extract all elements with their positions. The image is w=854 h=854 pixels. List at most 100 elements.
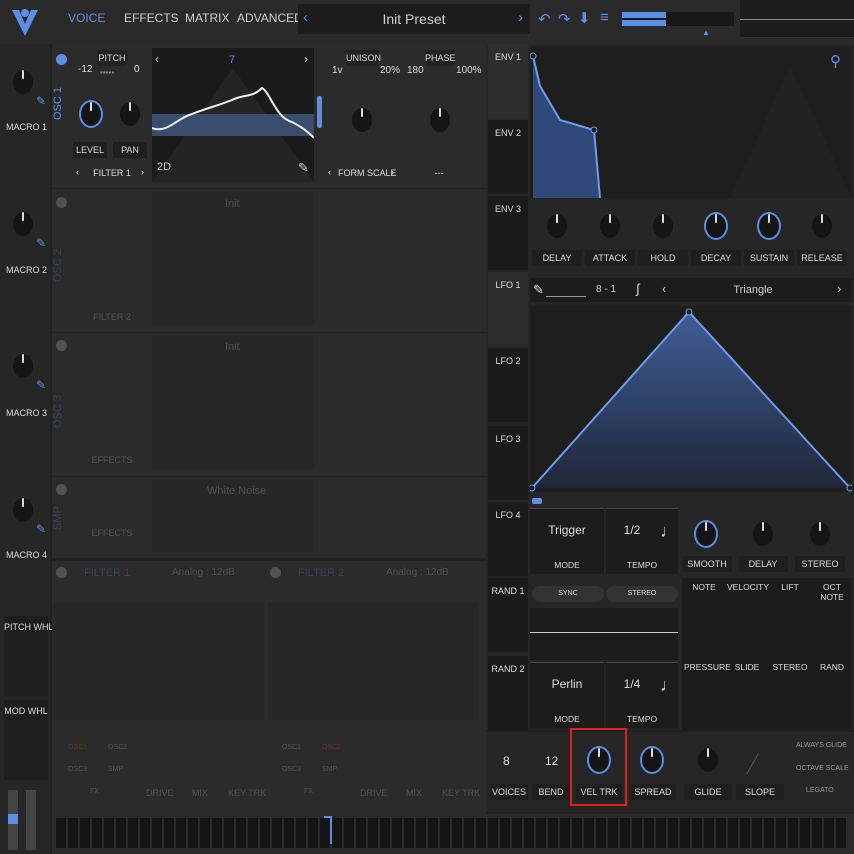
- lfo-shape-name[interactable]: Triangle: [700, 284, 806, 296]
- env-release-button[interactable]: RELEASE: [797, 250, 847, 266]
- env-decay-button[interactable]: DECAY: [691, 250, 741, 266]
- piano-key[interactable]: [212, 818, 222, 848]
- piano-key[interactable]: [368, 818, 378, 848]
- macro-3-edit-icon[interactable]: ✎: [36, 378, 46, 392]
- osc2-wavetable-display[interactable]: [152, 192, 314, 326]
- osc1-pan-knob[interactable]: [118, 98, 142, 128]
- piano-key[interactable]: [236, 818, 246, 848]
- osc1-unison-voices[interactable]: 1v: [332, 65, 343, 76]
- filter2-model[interactable]: Analog : 12dB: [386, 567, 449, 578]
- spread-knob[interactable]: [640, 744, 664, 774]
- tab-matrix[interactable]: MATRIX: [185, 11, 229, 25]
- osc2-route[interactable]: FILTER 2: [86, 312, 138, 322]
- piano-key[interactable]: [824, 818, 834, 848]
- osc1-form-next-icon[interactable]: ›: [391, 167, 394, 177]
- rand-mode-button[interactable]: Perlin MODE: [530, 662, 604, 728]
- osc1-phase-value[interactable]: 180: [407, 65, 424, 76]
- lfo-mode-button[interactable]: Trigger MODE: [530, 508, 604, 574]
- macro-1-knob[interactable]: [11, 66, 35, 96]
- piano-key[interactable]: [812, 818, 822, 848]
- rand1-slot[interactable]: RAND 1: [488, 578, 528, 652]
- bend-value[interactable]: 12: [545, 754, 558, 768]
- macro-4-knob[interactable]: [11, 494, 35, 524]
- piano-key[interactable]: [548, 818, 558, 848]
- piano-key[interactable]: [536, 818, 546, 848]
- osc1-distortion-knob[interactable]: [428, 104, 452, 134]
- piano-key[interactable]: [284, 818, 294, 848]
- app-logo[interactable]: [6, 4, 44, 40]
- osc3-route[interactable]: EFFECTS: [86, 455, 138, 465]
- piano-key[interactable]: [128, 818, 138, 848]
- piano-key[interactable]: [248, 818, 258, 848]
- piano-key[interactable]: [512, 818, 522, 848]
- osc1-form-value[interactable]: ---: [414, 168, 464, 178]
- env-hold-button[interactable]: HOLD: [638, 250, 688, 266]
- piano-key[interactable]: [464, 818, 474, 848]
- mod-source-note[interactable]: NOTE: [684, 582, 724, 592]
- piano-key[interactable]: [560, 818, 570, 848]
- piano-key[interactable]: [188, 818, 198, 848]
- osc1-level-knob[interactable]: [79, 98, 103, 128]
- piano-key[interactable]: [488, 818, 498, 848]
- piano-key[interactable]: [116, 818, 126, 848]
- piano-key[interactable]: [296, 818, 306, 848]
- osc1-power-toggle[interactable]: [56, 54, 67, 65]
- piano-key[interactable]: [572, 818, 582, 848]
- filter2-src-osc1[interactable]: OSC1: [282, 744, 301, 751]
- octave-strip-2[interactable]: [26, 790, 36, 850]
- envelope-display[interactable]: [530, 46, 852, 198]
- env-sustain-knob[interactable]: [757, 210, 781, 240]
- filter1-model[interactable]: Analog : 12dB: [172, 567, 235, 578]
- octave-strip[interactable]: [8, 790, 18, 850]
- lfo3-slot[interactable]: LFO 3: [488, 426, 528, 500]
- osc1-form-prev-icon[interactable]: ‹: [328, 167, 331, 177]
- piano-key[interactable]: [140, 818, 150, 848]
- redo-icon[interactable]: ↷: [558, 10, 571, 28]
- piano-key[interactable]: [404, 818, 414, 848]
- macro-2-knob[interactable]: [11, 208, 35, 238]
- macro-4-edit-icon[interactable]: ✎: [36, 522, 46, 536]
- mod-source-velocity[interactable]: VELOCITY: [727, 582, 769, 592]
- piano-key[interactable]: [416, 818, 426, 848]
- osc1-spectral-knob[interactable]: [350, 104, 374, 134]
- mod-source-lift[interactable]: LIFT: [770, 582, 810, 592]
- lfo-tempo-button[interactable]: 1/2 ♩ TEMPO: [606, 508, 678, 574]
- osc1-pitch-high[interactable]: 0: [134, 64, 140, 75]
- piano-key[interactable]: [308, 818, 318, 848]
- piano-key[interactable]: [800, 818, 810, 848]
- piano-key[interactable]: [752, 818, 762, 848]
- piano-key[interactable]: [272, 818, 282, 848]
- lfo-smooth-knob[interactable]: [694, 518, 718, 548]
- tab-effects[interactable]: EFFECTS: [124, 11, 179, 25]
- slope-button[interactable]: SLOPE: [736, 784, 784, 800]
- env2-slot[interactable]: ENV 2: [488, 120, 528, 194]
- piano-key[interactable]: [740, 818, 750, 848]
- piano-key[interactable]: [764, 818, 774, 848]
- mod-source-pressure[interactable]: PRESSURE: [684, 662, 731, 672]
- lfo-delay-button[interactable]: DELAY: [738, 556, 788, 572]
- piano-key[interactable]: [356, 818, 366, 848]
- filter1-src-osc1[interactable]: OSC1: [68, 744, 87, 751]
- piano-key[interactable]: [320, 818, 330, 848]
- piano-key[interactable]: [92, 818, 102, 848]
- spread-button[interactable]: SPREAD: [630, 784, 676, 800]
- piano-key[interactable]: [776, 818, 786, 848]
- piano-key[interactable]: [716, 818, 726, 848]
- lfo-preset-shape-icon[interactable]: [546, 283, 586, 297]
- filter1-src-osc2[interactable]: OSC2: [108, 744, 127, 751]
- piano-key[interactable]: [164, 818, 174, 848]
- osc1-wavetable-display[interactable]: [152, 48, 314, 182]
- osc3-wavetable-display[interactable]: [152, 336, 314, 470]
- piano-key[interactable]: [644, 818, 654, 848]
- preset-name[interactable]: Init Preset: [330, 11, 498, 27]
- filter2-src-osc2[interactable]: OSC2: [322, 744, 341, 751]
- filter1-src-smp[interactable]: SMP: [108, 766, 123, 773]
- rand-tempo-button[interactable]: 1/4 ♩ TEMPO: [606, 662, 678, 728]
- lfo2-slot[interactable]: LFO 2: [488, 348, 528, 422]
- osc2-power-toggle[interactable]: [56, 197, 67, 208]
- filter2-display[interactable]: [268, 602, 478, 720]
- mod-source-slide[interactable]: SLIDE: [727, 662, 767, 672]
- osc1-frame-slider[interactable]: [317, 96, 322, 128]
- lfo-display[interactable]: [528, 306, 854, 492]
- filter1-display[interactable]: [54, 602, 264, 720]
